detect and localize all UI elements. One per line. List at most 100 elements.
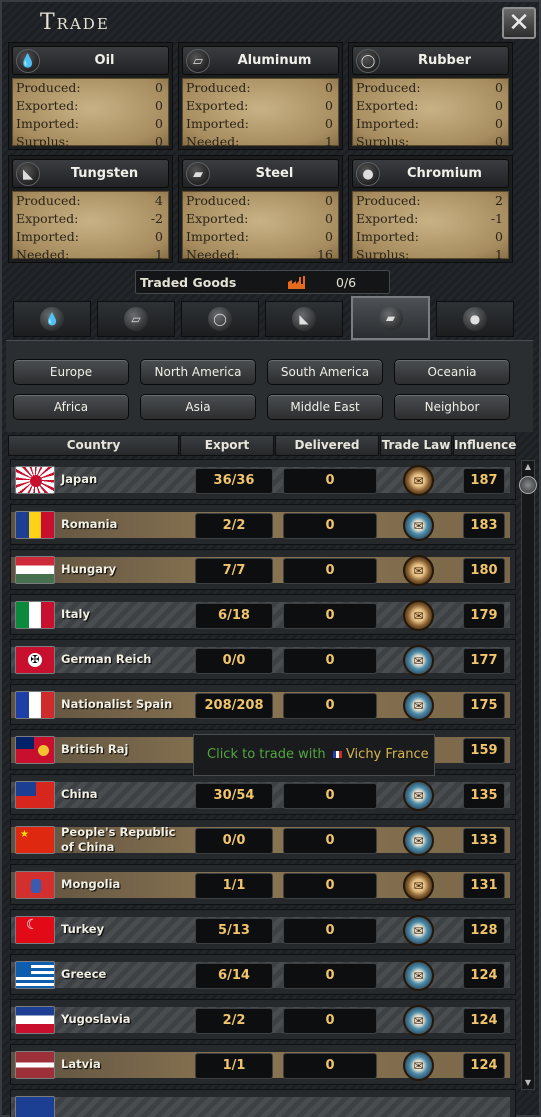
resource-stat-row: Surplus: 1 (353, 246, 508, 264)
resource-stat-row: Imported: 0 (183, 228, 338, 246)
country-row[interactable]: Greece 6/14 0 ✉ 124 (10, 954, 516, 995)
resource-stat-row: Produced: 4 (13, 192, 168, 210)
column-trade-law[interactable]: Trade Law (380, 435, 452, 456)
country-row[interactable]: Nationalist Spain 208/208 0 ✉ 175 (10, 684, 516, 725)
resource-stat-row: Imported: 0 (353, 228, 508, 246)
resource-stats: Produced: 0 Exported: 0 Imported: 0 Surp… (352, 78, 509, 149)
limited-exports-icon[interactable]: ✉ (403, 915, 434, 946)
region-oceania-button[interactable]: Oceania (394, 359, 510, 385)
stat-label: Exported: (16, 211, 79, 226)
resource-stat-row: Produced: 0 (183, 79, 338, 97)
stat-value: 0 (325, 211, 333, 226)
country-list-scrollbar[interactable]: ▲ ▼ (519, 460, 537, 1090)
resource-name: Steel (255, 166, 294, 181)
close-icon[interactable]: ✕ (502, 7, 536, 39)
rubber-tire-icon: ◯ (356, 49, 380, 73)
region-africa-button[interactable]: Africa (13, 394, 129, 420)
delivered-value: 0 (283, 783, 377, 809)
closed-economy-icon[interactable]: ✉ (403, 825, 434, 856)
stat-value: 0 (155, 134, 163, 149)
column-country[interactable]: Country (8, 435, 179, 456)
country-row[interactable]: Italy 6/18 0 ✉ 179 (10, 594, 516, 635)
influence-value: 124 (463, 1008, 505, 1034)
country-flag-icon (15, 871, 55, 899)
limited-exports-icon[interactable]: ✉ (403, 1005, 434, 1036)
stat-value: 0 (155, 229, 163, 244)
tab-steel[interactable]: ▰ (351, 296, 430, 340)
country-row[interactable]: Hungary 7/7 0 ✉ 180 (10, 549, 516, 590)
region-south-america-button[interactable]: South America (267, 359, 383, 385)
country-row[interactable]: Mongolia 1/1 0 ✉ 131 (10, 864, 516, 905)
influence-value: 183 (463, 513, 505, 539)
country-flag-icon (15, 781, 55, 809)
country-flag-icon (15, 556, 55, 584)
limited-exports-icon[interactable]: ✉ (403, 1050, 434, 1081)
country-row[interactable]: Yugoslavia 2/2 0 ✉ 124 (10, 999, 516, 1040)
tab-chromium[interactable]: ● (436, 301, 514, 337)
stat-label: Imported: (186, 229, 249, 244)
stat-value: 0 (495, 134, 503, 149)
limited-exports-icon[interactable]: ✉ (403, 780, 434, 811)
country-row[interactable]: ★ People's Republic of China 0/0 0 ✉ 133 (10, 819, 516, 860)
influence-value: 179 (463, 603, 505, 629)
stat-value: 2 (495, 193, 503, 208)
stat-value: 4 (155, 193, 163, 208)
resource-header: ▰ Steel (182, 159, 339, 188)
delivered-value: 0 (283, 828, 377, 854)
tab-aluminum[interactable]: ▱ (97, 301, 175, 337)
free-trade-icon[interactable]: ✉ (403, 870, 434, 901)
stat-label: Needed: (186, 134, 240, 149)
country-row[interactable]: Romania 2/2 0 ✉ 183 (10, 504, 516, 545)
column-delivered[interactable]: Delivered (275, 435, 379, 456)
influence-value: 159 (463, 738, 505, 764)
resource-header: ◯ Rubber (352, 46, 509, 75)
scroll-up-arrow-icon[interactable]: ▲ (522, 462, 534, 472)
factory-icon (288, 276, 305, 289)
stat-value: 0 (495, 80, 503, 95)
limited-exports-icon[interactable]: ✉ (403, 960, 434, 991)
column-influence[interactable]: Influence (453, 435, 516, 456)
oil-drop-icon: 💧 (16, 49, 40, 73)
free-trade-icon[interactable]: ✉ (403, 600, 434, 631)
region-middle-east-button[interactable]: Middle East (267, 394, 383, 420)
free-trade-icon[interactable]: ✉ (403, 555, 434, 586)
country-row[interactable] (10, 1089, 516, 1117)
region-north-america-button[interactable]: North America (140, 359, 256, 385)
resource-name: Chromium (407, 166, 482, 181)
country-flag-icon (15, 691, 55, 719)
scroll-down-arrow-icon[interactable]: ▼ (522, 1078, 534, 1088)
country-row[interactable]: Japan 36/36 0 ✉ 187 (10, 459, 516, 500)
influence-value: 187 (463, 468, 505, 494)
resource-stat-row: Exported: 0 (13, 97, 168, 115)
stat-value: 0 (325, 229, 333, 244)
country-row[interactable]: ✠ German Reich 0/0 0 ✉ 177 (10, 639, 516, 680)
resource-stats: Produced: 0 Exported: 0 Imported: 0 Surp… (12, 78, 169, 149)
country-name: Italy (61, 607, 90, 621)
country-row[interactable]: Latvia 1/1 0 ✉ 124 (10, 1044, 516, 1085)
tab-oil[interactable]: 💧 (13, 301, 91, 337)
delivered-value: 0 (283, 513, 377, 539)
column-export[interactable]: Export (180, 435, 274, 456)
resource-stat-row: Imported: 0 (13, 228, 168, 246)
region-asia-button[interactable]: Asia (140, 394, 256, 420)
delivered-value: 0 (283, 558, 377, 584)
country-row[interactable]: China 30/54 0 ✉ 135 (10, 774, 516, 815)
resource-stats: Produced: 0 Exported: 0 Imported: 0 Need… (182, 78, 339, 149)
limited-exports-icon[interactable]: ✉ (403, 510, 434, 541)
limited-exports-icon[interactable]: ✉ (403, 690, 434, 721)
delivered-value: 0 (283, 468, 377, 494)
stat-label: Imported: (16, 229, 79, 244)
chromium-icon: ● (463, 307, 487, 331)
window-title: Trade (40, 10, 110, 35)
free-trade-icon[interactable]: ✉ (403, 465, 434, 496)
export-value: 30/54 (195, 783, 273, 809)
stat-label: Needed: (186, 247, 240, 262)
resource-stat-row: Exported: 0 (183, 210, 338, 228)
region-neighbor-button[interactable]: Neighbor (394, 394, 510, 420)
country-row[interactable]: ☾ Turkey 5/13 0 ✉ 128 (10, 909, 516, 950)
region-europe-button[interactable]: Europe (13, 359, 129, 385)
tab-tungsten[interactable]: ◣ (265, 301, 343, 337)
closed-economy-icon[interactable]: ✉ (403, 645, 434, 676)
tab-rubber[interactable]: ◯ (181, 301, 259, 337)
scroll-thumb[interactable] (519, 476, 537, 494)
